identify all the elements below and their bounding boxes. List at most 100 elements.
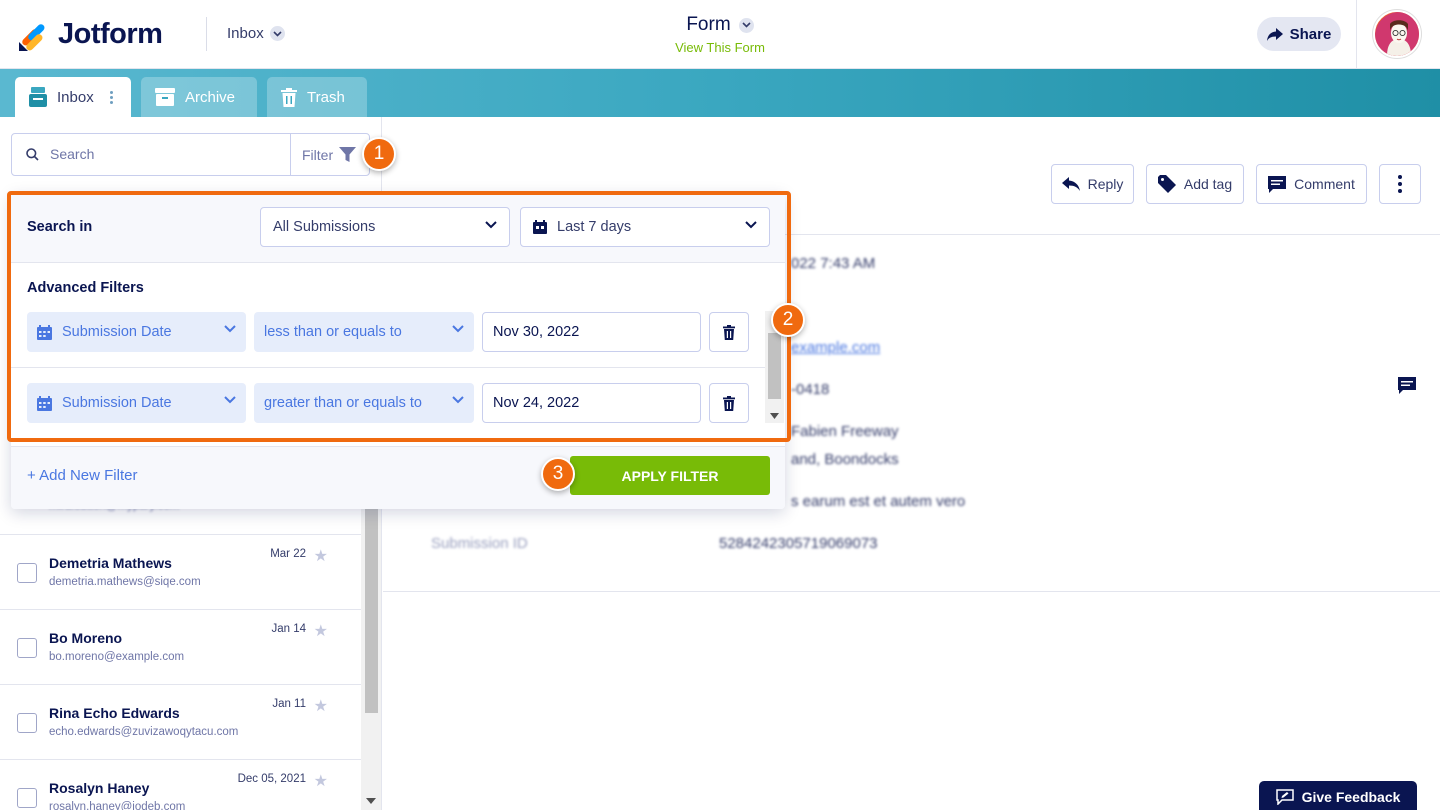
add-tag-label: Add tag (1183, 176, 1233, 192)
reply-button[interactable]: Reply (1051, 164, 1134, 204)
top-header: Jotform Inbox Form View This Form Share (0, 0, 1440, 69)
tab-inbox-label: Inbox (57, 88, 94, 106)
submission-name: Rosalyn Haney (49, 780, 150, 796)
submission-date: Mar 22 (270, 548, 306, 560)
star-icon[interactable]: ★ (314, 771, 328, 791)
scroll-down-arrow-icon[interactable] (366, 798, 376, 804)
more-options-button[interactable] (1379, 164, 1421, 204)
calendar-icon (37, 324, 52, 340)
text-answer: s earum est et autem vero (791, 493, 966, 510)
filter-field-select[interactable]: Submission Date (27, 383, 246, 423)
chevron-down-icon (452, 396, 464, 404)
share-button[interactable]: Share (1257, 17, 1341, 51)
search-input[interactable] (50, 146, 280, 162)
address-line-2: and, Boondocks (791, 451, 899, 468)
comment-button[interactable]: Comment (1256, 164, 1367, 204)
submission-name: Bo Moreno (49, 630, 123, 646)
trash-icon (723, 395, 735, 411)
archive-icon (155, 88, 175, 106)
star-icon[interactable]: ★ (314, 546, 328, 566)
view-form-link[interactable]: View This Form (0, 40, 1440, 55)
funnel-icon (339, 147, 357, 162)
phone-value: -0418 (791, 381, 830, 398)
submission-name: Rina Echo Edwards (49, 705, 180, 721)
list-item[interactable]: Rina Echo Edwards echo.edwards@zuvizawoq… (0, 685, 361, 760)
filter-operator-value: less than or equals to (264, 324, 402, 340)
star-icon[interactable]: ★ (314, 621, 328, 641)
submission-date: Jan 14 (271, 623, 306, 635)
give-feedback-label: Give Feedback (1301, 789, 1401, 805)
row-checkbox[interactable] (17, 563, 37, 583)
comment-icon[interactable] (1398, 377, 1416, 394)
inbox-icon (29, 87, 47, 107)
filter-actions-bar: + Add New Filter APPLY FILTER (11, 446, 785, 509)
filter-operator-select[interactable]: less than or equals to (254, 312, 474, 352)
filter-operator-value: greater than or equals to (264, 395, 422, 411)
submission-date-value: 022 7:43 AM (791, 255, 876, 272)
filter-list-scrollbar-thumb[interactable] (768, 333, 781, 399)
header-divider (1356, 0, 1357, 69)
chevron-down-icon (738, 17, 754, 33)
row-checkbox[interactable] (17, 788, 37, 808)
submission-id-value: 5284242305719069073 (719, 535, 878, 552)
inbox-tab-bar: Inbox Archive Trash (0, 69, 1440, 117)
trash-icon (281, 87, 297, 107)
add-tag-button[interactable]: Add tag (1146, 164, 1244, 204)
form-title-dropdown[interactable]: Form (686, 14, 754, 36)
reply-label: Reply (1087, 176, 1124, 192)
filter-value-input[interactable] (482, 312, 701, 352)
filter-button[interactable]: Filter (302, 146, 357, 163)
search-scope-value: All Submissions (273, 219, 376, 235)
give-feedback-button[interactable]: Give Feedback (1259, 781, 1417, 810)
tab-archive[interactable]: Archive (141, 77, 257, 117)
apply-filter-button[interactable]: APPLY FILTER (570, 456, 770, 495)
list-item[interactable]: Demetria Mathews demetria.mathews@siqe.c… (0, 535, 361, 610)
date-range-select[interactable]: Last 7 days (520, 207, 770, 247)
tab-inbox[interactable]: Inbox (15, 77, 131, 117)
row-checkbox[interactable] (17, 713, 37, 733)
submission-email: echo.edwards@zuvizawoqytacu.com (49, 726, 239, 738)
search-scope-select[interactable]: All Submissions (260, 207, 510, 247)
list-scrollbar-thumb[interactable] (365, 507, 378, 713)
chevron-down-icon (485, 221, 497, 229)
calendar-icon (37, 395, 52, 411)
list-item[interactable]: Bo Moreno bo.moreno@example.com Jan 14 ★ (0, 610, 361, 685)
add-new-filter-link[interactable]: + Add New Filter (27, 467, 137, 484)
advanced-filters-label: Advanced Filters (27, 280, 144, 296)
list-item[interactable]: Rosalyn Haney rosalyn.haney@iodeb.com De… (0, 760, 361, 810)
tab-trash[interactable]: Trash (267, 77, 367, 117)
scroll-down-arrow-icon[interactable] (770, 413, 779, 419)
submission-id-label: Submission ID (431, 535, 528, 552)
step-badge-3: 3 (541, 457, 575, 491)
search-divider (290, 134, 291, 175)
filter-field-select[interactable]: Submission Date (27, 312, 246, 352)
step-badge-1: 1 (362, 137, 396, 171)
search-icon (26, 148, 39, 161)
submission-email: demetria.mathews@siqe.com (49, 576, 201, 588)
chevron-down-icon (452, 325, 464, 333)
form-title-block: Form View This Form (0, 14, 1440, 55)
tab-archive-label: Archive (185, 88, 236, 106)
row-checkbox[interactable] (17, 638, 37, 658)
trash-icon (723, 324, 735, 340)
submission-email: bo.moreno@example.com (49, 651, 185, 663)
comment-label: Comment (1294, 176, 1355, 192)
detail-divider (383, 591, 1440, 592)
reply-icon (1061, 177, 1080, 191)
delete-filter-button[interactable] (709, 312, 749, 352)
date-range-value: Last 7 days (557, 219, 632, 235)
delete-filter-button[interactable] (709, 383, 749, 423)
email-value[interactable]: example.com (791, 339, 880, 356)
star-icon[interactable]: ★ (314, 696, 328, 716)
share-label: Share (1289, 25, 1332, 43)
filter-field-value: Submission Date (62, 395, 172, 411)
more-vertical-icon[interactable] (109, 90, 113, 104)
filter-value-input[interactable] (482, 383, 701, 423)
list-scrollbar[interactable] (361, 507, 381, 810)
filter-operator-select[interactable]: greater than or equals to (254, 383, 474, 423)
share-arrow-icon (1266, 27, 1283, 41)
more-vertical-icon (1398, 175, 1402, 193)
tag-icon (1157, 175, 1176, 193)
search-bar: Filter (11, 133, 370, 176)
user-avatar[interactable] (1373, 10, 1421, 58)
